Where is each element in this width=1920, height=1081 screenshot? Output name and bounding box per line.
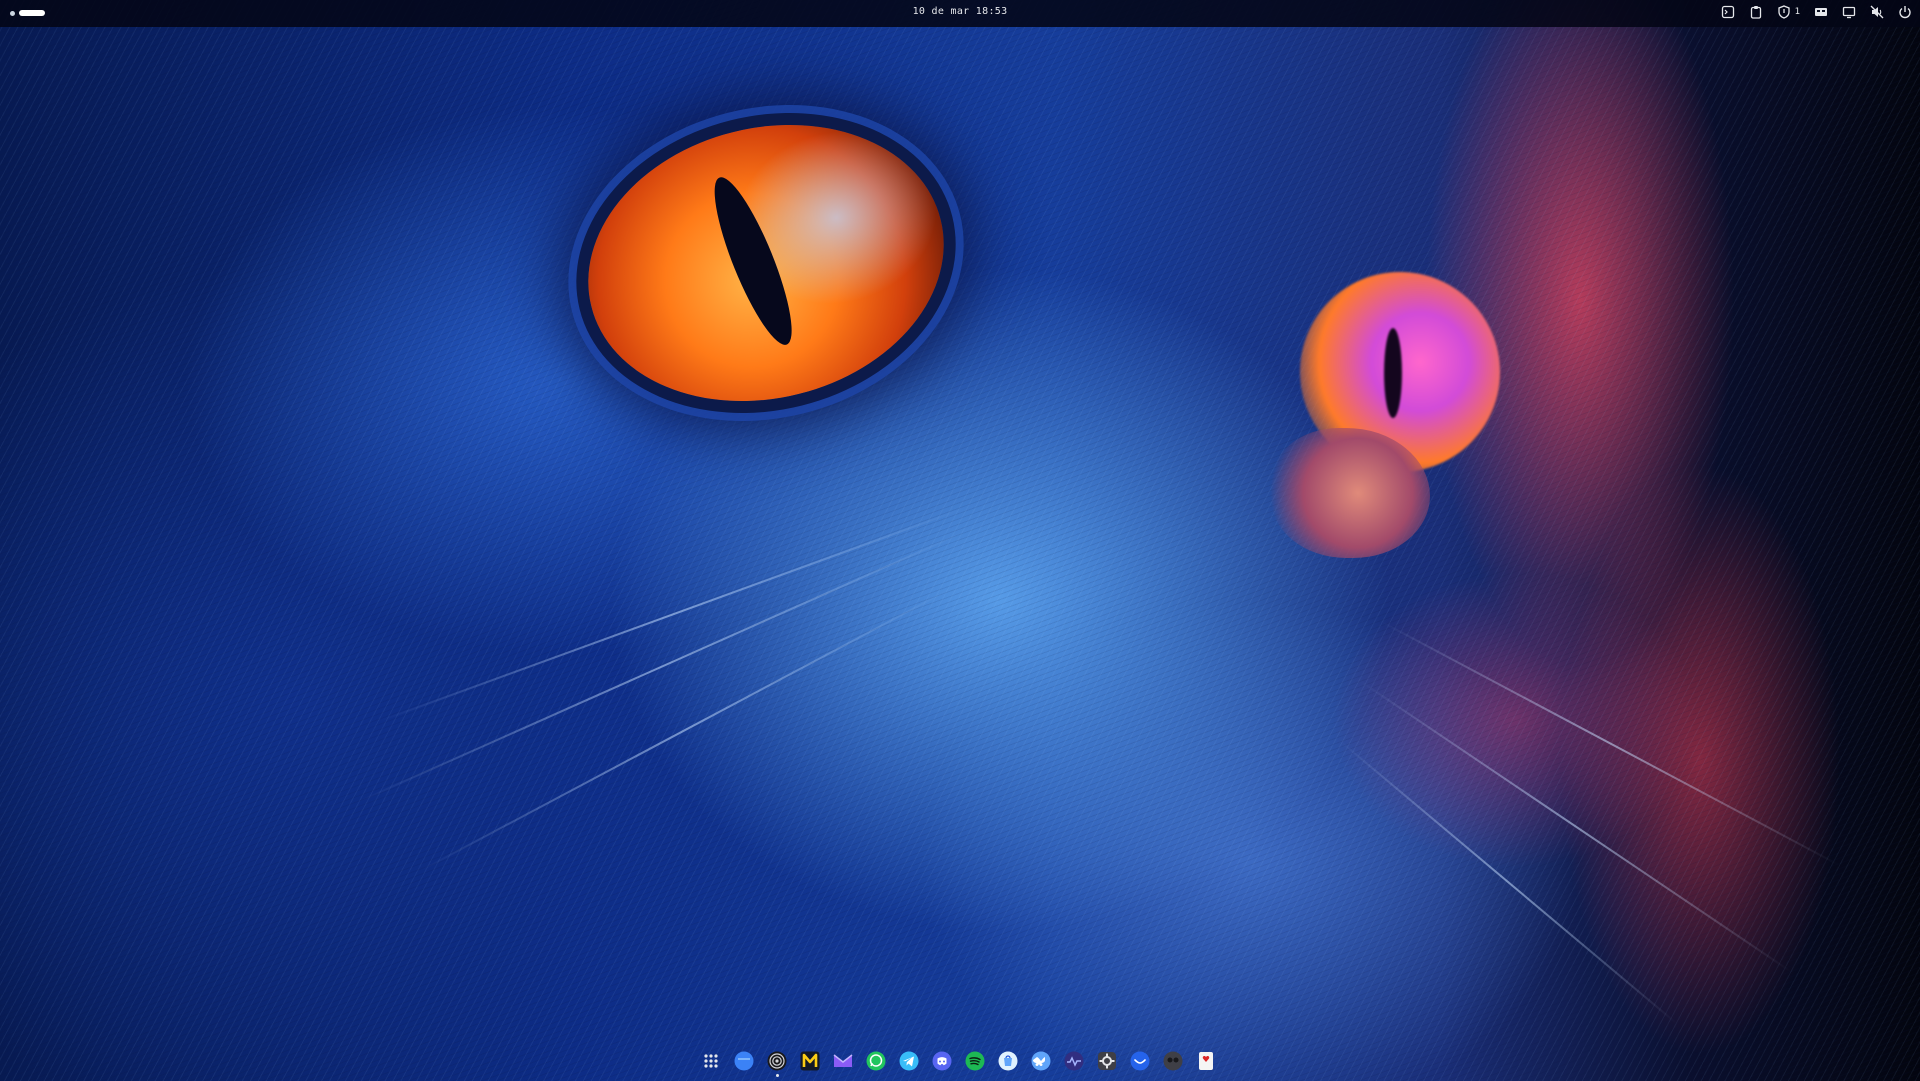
telegram-icon: [899, 1051, 919, 1071]
desktop[interactable]: 10 de mar 18:53 1: [0, 0, 1920, 1081]
dock-item-telegram[interactable]: [897, 1049, 921, 1073]
notification-count: 1: [1794, 7, 1800, 17]
dock-item-spotify[interactable]: [963, 1049, 987, 1073]
dock-item-discord[interactable]: [930, 1049, 954, 1073]
camera-icon: [1163, 1051, 1183, 1071]
solitaire-icon: [1199, 1052, 1213, 1070]
discord-icon: [932, 1051, 952, 1071]
app-grid-icon: [704, 1054, 718, 1068]
mail-icon: [833, 1054, 853, 1067]
keyboard-layout-icon[interactable]: [1814, 5, 1828, 19]
software-center-icon: [998, 1051, 1018, 1071]
power-icon[interactable]: [1898, 5, 1912, 19]
dock-item-camera[interactable]: [1161, 1049, 1185, 1073]
system-tray: 1: [1721, 5, 1912, 19]
display-icon[interactable]: [1842, 5, 1856, 19]
running-indicator: [776, 1074, 779, 1077]
app-grid-button[interactable]: [699, 1049, 723, 1073]
dock-item-messenger[interactable]: [1128, 1049, 1152, 1073]
dock-item-files[interactable]: [732, 1049, 756, 1073]
clock[interactable]: 10 de mar 18:53: [0, 6, 1920, 17]
system-monitor-icon: [1064, 1051, 1084, 1071]
dock-item-m-app[interactable]: [798, 1049, 822, 1073]
terminal-icon[interactable]: [1721, 5, 1735, 19]
wallpaper-fur-texture: [0, 0, 1920, 1081]
bluesky-icon: [1031, 1051, 1051, 1071]
wallpaper-nose: [1270, 428, 1430, 558]
wallpaper-right-pupil: [1384, 328, 1402, 418]
whatsapp-icon: [866, 1051, 886, 1071]
top-bar: 10 de mar 18:53 1: [0, 0, 1920, 27]
dock-item-whatsapp[interactable]: [864, 1049, 888, 1073]
dock-item-browser[interactable]: [765, 1049, 789, 1077]
wallpaper-left-pupil: [700, 170, 806, 352]
wallpaper: [0, 0, 1920, 1081]
dock-item-solitaire[interactable]: [1194, 1049, 1218, 1073]
volume-muted-icon[interactable]: [1870, 5, 1884, 19]
browser-icon: [767, 1051, 787, 1071]
dock-item-bluesky[interactable]: [1029, 1049, 1053, 1073]
dock: [693, 1046, 1224, 1077]
shield-icon: [1777, 5, 1791, 19]
notifications-indicator[interactable]: 1: [1777, 5, 1800, 19]
dock-item-settings[interactable]: [1095, 1049, 1119, 1073]
spotify-icon: [965, 1051, 985, 1071]
clipboard-icon[interactable]: [1749, 5, 1763, 19]
files-icon: [734, 1051, 754, 1071]
dock-item-software-center[interactable]: [996, 1049, 1020, 1073]
m-app-icon: [800, 1051, 820, 1071]
dock-item-system-monitor[interactable]: [1062, 1049, 1086, 1073]
messenger-icon: [1130, 1051, 1150, 1071]
settings-icon: [1098, 1052, 1116, 1070]
dock-item-mail[interactable]: [831, 1049, 855, 1073]
